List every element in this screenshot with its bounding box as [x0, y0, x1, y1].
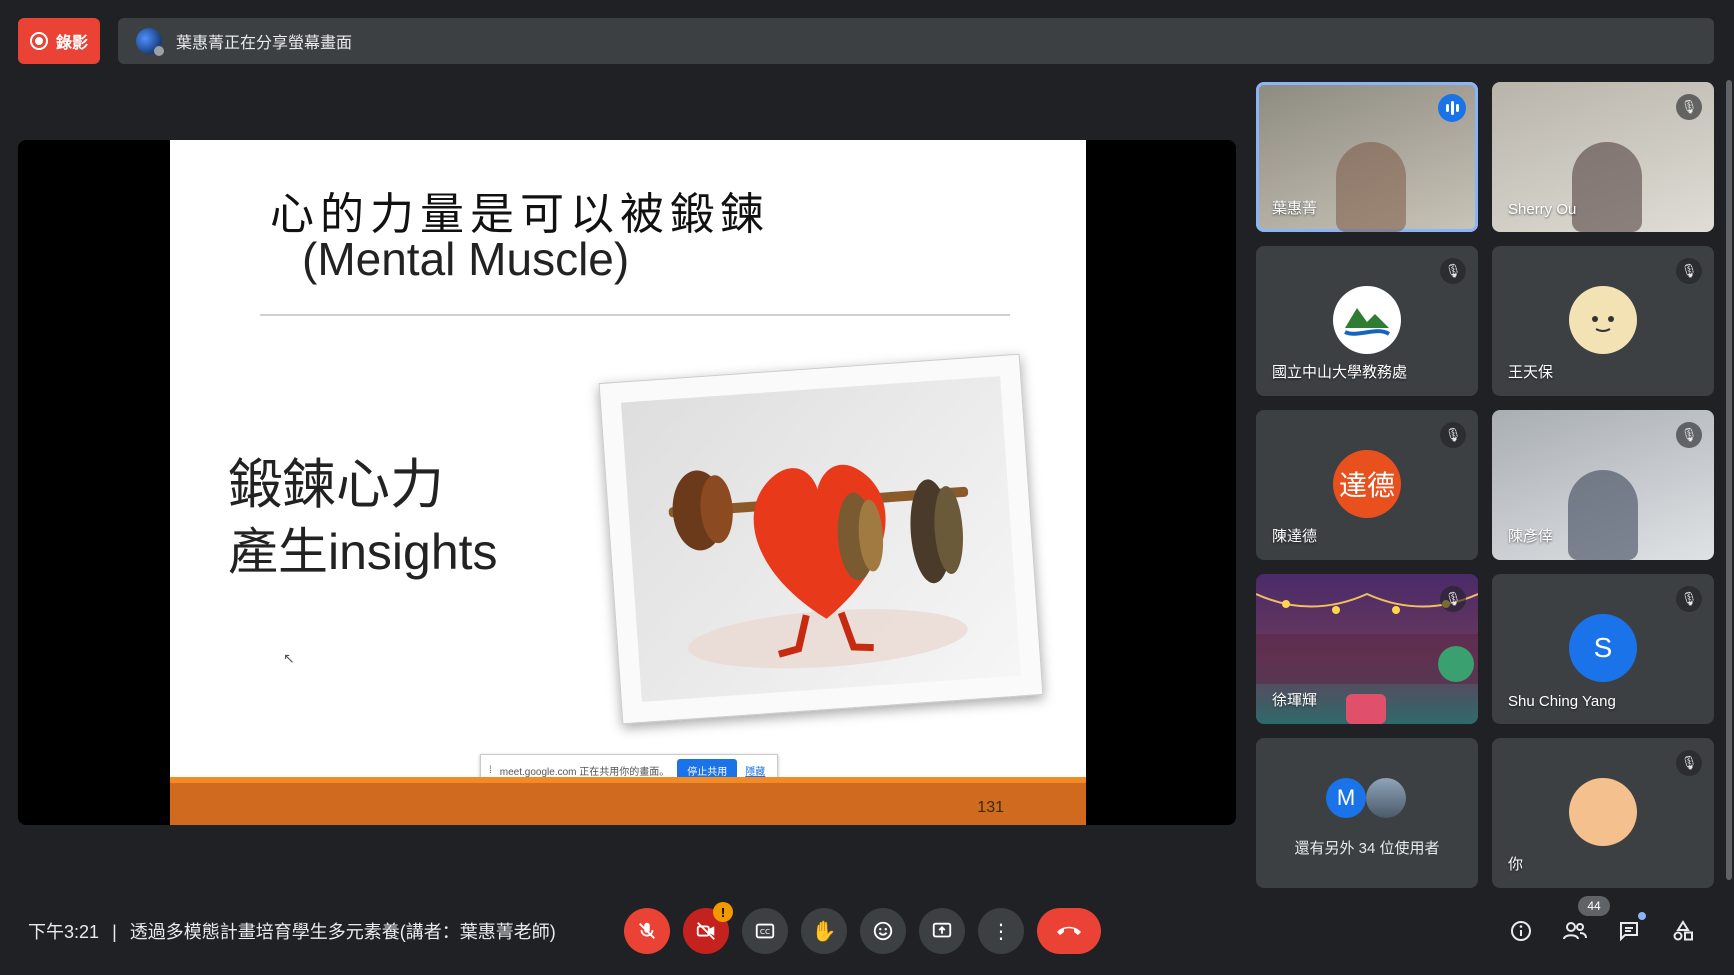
participant-avatar: S — [1569, 614, 1637, 682]
participant-video — [1336, 142, 1406, 232]
participant-tile[interactable]: 達德 🎙 陳達德 — [1256, 410, 1478, 560]
participant-video — [1568, 470, 1638, 560]
participant-tile[interactable]: 葉惠菁 — [1256, 82, 1478, 232]
drag-handle-icon[interactable]: ⁞ — [489, 765, 492, 776]
mic-off-icon: 🎙 — [1676, 586, 1702, 612]
mouse-cursor-icon: ↖ — [283, 650, 295, 666]
shared-slide: 心的力量是可以被鍛鍊 (Mental Muscle) 鍛鍊心力 產生insigh… — [170, 140, 1086, 825]
captions-icon: CC — [755, 923, 775, 939]
self-avatar — [1569, 778, 1637, 846]
mic-off-icon: 🎙 — [1676, 258, 1702, 284]
participant-tile[interactable]: 🎙 國立中山大學教務處 — [1256, 246, 1478, 396]
participant-name: 國立中山大學教務處 — [1272, 364, 1408, 381]
raise-hand-button[interactable]: ✋ — [801, 908, 847, 954]
participant-avatar: M — [1326, 778, 1366, 818]
camera-toggle-button[interactable]: ! — [683, 902, 733, 954]
camera-off-icon — [696, 922, 715, 940]
chat-icon — [1620, 922, 1638, 942]
activities-icon — [1673, 920, 1693, 941]
mic-off-icon: 🎙 — [1676, 94, 1702, 120]
info-icon — [1511, 921, 1531, 941]
meeting-title: 透過多模態計畫培育學生多元素養(講者：葉惠菁老師) — [129, 922, 556, 942]
slide-footer-band: 131 — [170, 777, 1086, 825]
participant-name: 陳彥倖 — [1508, 528, 1554, 545]
more-participants-label: 還有另外 34 位使用者 — [1294, 840, 1440, 857]
slide-body-line2: 產生insights — [228, 524, 498, 580]
more-options-button[interactable]: ⋮ — [978, 908, 1024, 954]
present-screen-button[interactable] — [919, 908, 965, 954]
speaking-indicator-icon — [1438, 94, 1466, 122]
people-icon — [1563, 922, 1587, 940]
svg-text:CC: CC — [760, 927, 770, 936]
participant-video — [1572, 142, 1642, 232]
participants-scrollbar[interactable] — [1726, 80, 1732, 880]
present-icon — [932, 922, 952, 938]
participant-avatar: 達德 — [1333, 450, 1401, 518]
participant-tile[interactable]: 🎙 徐琿輝 — [1256, 574, 1478, 724]
participant-name: Shu Ching Yang — [1508, 693, 1616, 710]
mic-off-icon: 🎙 — [1440, 586, 1466, 612]
meeting-info: 下午3:21 | 透過多模態計畫培育學生多元素養(講者：葉惠菁老師) — [28, 918, 556, 944]
participant-avatar-photo — [1366, 778, 1406, 818]
heart-dumbbell-icon — [668, 464, 969, 669]
slide-subtitle: (Mental Muscle) — [302, 233, 630, 285]
face-icon — [1592, 316, 1614, 332]
slide-page-number: 131 — [977, 799, 1004, 816]
self-view-tile[interactable]: 🎙 你 — [1492, 738, 1714, 888]
leave-call-button[interactable] — [1037, 908, 1101, 954]
more-icon: ⋮ — [991, 920, 1011, 943]
participant-name: 你 — [1508, 856, 1524, 873]
share-popup-text: meet.google.com 正在共用你的畫面。 — [499, 766, 670, 778]
screen-share-banner: 葉惠菁正在分享螢幕畫面 — [118, 18, 1714, 64]
chat-notification-dot — [1638, 912, 1646, 920]
record-icon — [29, 32, 48, 50]
activities-button[interactable] — [1666, 914, 1700, 948]
slide-divider — [260, 314, 1010, 316]
end-call-icon — [1057, 926, 1081, 935]
participant-name: 葉惠菁 — [1272, 200, 1318, 217]
mic-toggle-button[interactable] — [624, 908, 670, 954]
mic-off-icon: 🎙 — [1676, 422, 1702, 448]
meeting-details-button[interactable] — [1504, 914, 1538, 948]
participant-name: Sherry Ou — [1508, 201, 1577, 218]
share-status-text: 葉惠菁正在分享螢幕畫面 — [176, 35, 353, 52]
slide-body-line1: 鍛鍊心力 — [228, 455, 444, 515]
participant-name: 徐琿輝 — [1272, 692, 1318, 709]
more-participants-tile[interactable]: M 還有另外 34 位使用者 — [1256, 738, 1478, 888]
participant-tile[interactable]: S 🎙 Shu Ching Yang — [1492, 574, 1714, 724]
record-label: 錄影 — [55, 35, 88, 52]
participant-name: 王天保 — [1508, 364, 1554, 381]
camera-warning-badge: ! — [713, 902, 733, 922]
participant-tile[interactable]: 🎙 Sherry Ou — [1492, 82, 1714, 232]
participant-tile[interactable]: 🎙 陳彥倖 — [1492, 410, 1714, 560]
raise-hand-icon: ✋ — [811, 920, 837, 943]
record-button[interactable]: 錄影 — [18, 18, 100, 64]
mic-off-icon — [639, 922, 655, 939]
hide-popup-link[interactable]: 隱藏 — [745, 763, 765, 778]
info-separator: | — [112, 922, 117, 942]
mic-off-icon: 🎙 — [1440, 422, 1466, 448]
logo-icon — [1344, 308, 1391, 336]
meeting-time: 下午3:21 — [28, 922, 100, 942]
captions-button[interactable]: CC — [742, 908, 788, 954]
participant-name: 陳達德 — [1272, 528, 1318, 545]
slide-photo-frame — [598, 353, 1044, 725]
heart-dumbbell-image — [620, 376, 1022, 702]
mic-off-icon: 🎙 — [1676, 750, 1702, 776]
people-button[interactable] — [1558, 914, 1592, 948]
university-logo-avatar — [1333, 286, 1401, 354]
reactions-button[interactable] — [860, 908, 906, 954]
cartoon-avatar — [1569, 286, 1637, 354]
participant-tile[interactable]: 🎙 王天保 — [1492, 246, 1714, 396]
presenter-avatar — [136, 28, 164, 56]
emoji-icon — [873, 921, 893, 941]
mic-off-icon: 🎙 — [1440, 258, 1466, 284]
participant-count-badge: 44 — [1578, 896, 1610, 916]
